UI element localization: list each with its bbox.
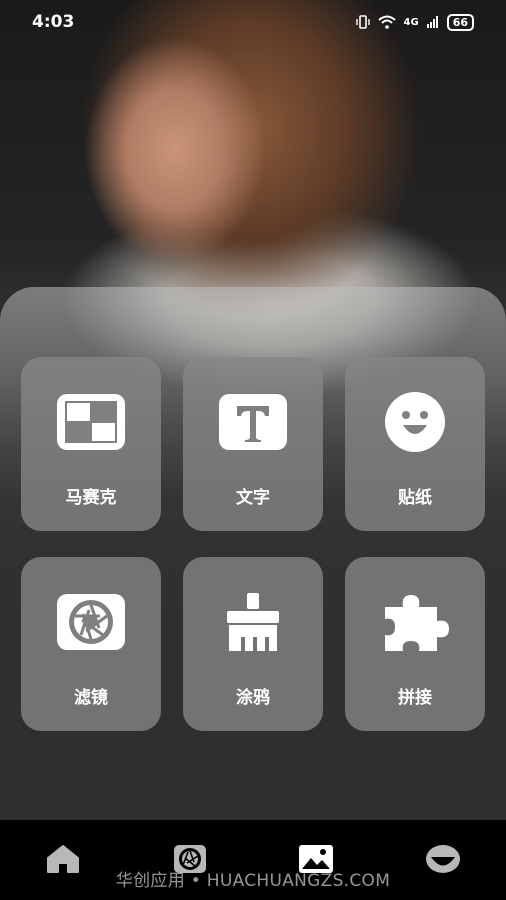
tools-grid: 马赛克 文字 贴纸 滤镜 涂鸦 拼接 (21, 357, 485, 731)
tool-sticker-button[interactable]: 贴纸 (345, 357, 485, 531)
tool-label: 涂鸦 (236, 688, 270, 708)
brush-icon (217, 591, 289, 653)
tool-doodle-button[interactable]: 涂鸦 (183, 557, 323, 731)
wifi-icon (377, 15, 396, 29)
text-icon (217, 391, 289, 453)
battery-indicator: 66 (446, 13, 474, 31)
tool-text-button[interactable]: 文字 (183, 357, 323, 531)
filter-aperture-icon (55, 591, 127, 653)
tool-label: 滤镜 (74, 688, 108, 708)
network-label: 4G (403, 16, 419, 28)
tool-label: 拼接 (398, 688, 432, 708)
tool-collage-button[interactable]: 拼接 (345, 557, 485, 731)
tool-label: 贴纸 (398, 488, 432, 508)
tool-label: 文字 (236, 488, 270, 508)
puzzle-icon (379, 591, 451, 653)
tool-label: 马赛克 (65, 488, 117, 508)
sticker-smiley-icon (379, 391, 451, 453)
tool-mosaic-button[interactable]: 马赛克 (21, 357, 161, 531)
status-icons: 4G 66 (355, 13, 474, 31)
status-time: 4:03 (32, 12, 75, 32)
status-bar: 4:03 4G 66 (0, 0, 506, 44)
tool-filter-button[interactable]: 滤镜 (21, 557, 161, 731)
watermark: 华创应用 • HUACHUANGZS.COM (115, 871, 391, 891)
vibrate-icon (355, 15, 370, 29)
mosaic-icon (55, 391, 127, 453)
signal-icon (426, 16, 438, 28)
